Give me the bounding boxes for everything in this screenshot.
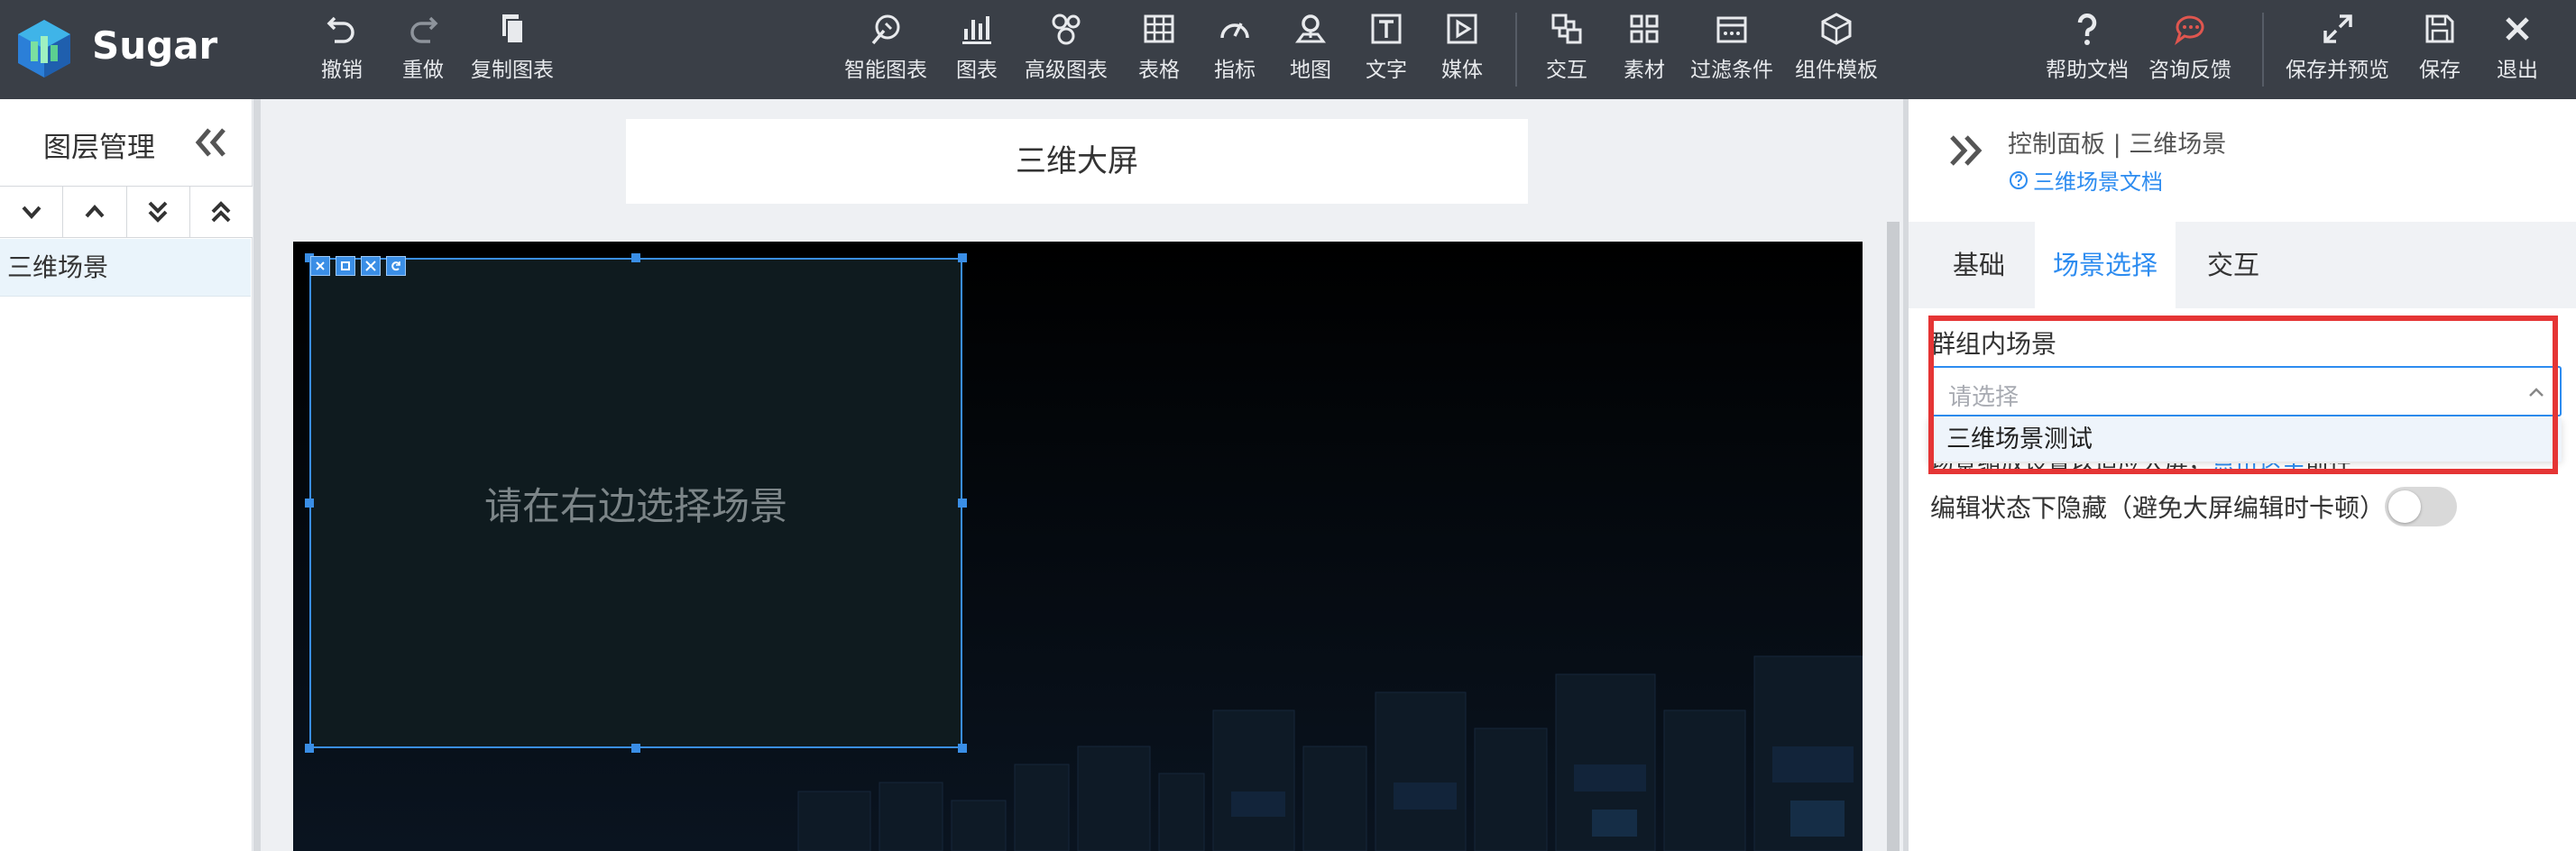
refresh-icon [391,261,400,271]
feedback-button[interactable]: 咨询反馈 [2148,11,2231,90]
question-icon [2077,14,2097,45]
close-icon [316,261,325,270]
layer-panel-title: 图层管理 [43,132,155,164]
group-scene-label: 群组内场景 [1930,329,2057,359]
indicator-button[interactable]: 指标 [1214,11,1256,90]
close-icon [2506,17,2529,41]
resize-handle-right[interactable] [958,499,967,508]
move-down-button[interactable] [0,187,64,237]
toolbar-separator [1515,13,1517,87]
copy-icon [502,14,524,44]
save-preview-button[interactable]: 保存并预览 [2286,11,2389,90]
dashboard-stage[interactable]: 请在右边选择场景 [293,242,1863,851]
redo-button[interactable]: 重做 [402,11,444,90]
resize-handle-bottom[interactable] [631,744,640,753]
component-template-button[interactable]: 组件模板 [1795,11,1878,90]
brand-name: Sugar [92,23,218,68]
chevron-up-icon [2529,388,2544,397]
group-scene-dropdown: 三维场景测试 [1928,418,2562,462]
help-circle-icon [2010,170,2028,189]
resize-handle-top[interactable] [631,253,640,262]
dropdown-option[interactable]: 三维场景测试 [1928,418,2562,462]
resize-handle-left[interactable] [305,499,314,508]
smart-chart-icon [871,14,900,45]
resize-handle-top-right[interactable] [958,253,967,262]
hide-in-edit-switch[interactable] [2385,487,2457,526]
screen-title[interactable]: 三维大屏 [626,119,1528,204]
grid-icon [1630,14,1659,43]
chat-bubble-icon [2175,15,2204,46]
cube-icon [1821,13,1852,45]
layer-order-buttons [0,186,253,238]
redo-icon [410,16,438,43]
bar-chart-icon [962,16,991,44]
tab-basic[interactable]: 基础 [1930,222,2028,308]
layer-item-3d-scene[interactable]: 三维场景 [0,239,251,297]
widget-delete-button[interactable] [310,256,330,276]
advanced-chart-button[interactable]: 高级图表 [1025,11,1108,90]
canvas-scrollbar[interactable] [1887,222,1900,851]
scene-scale-link[interactable]: 点击这里 [2212,463,2305,477]
double-chevron-up-icon [211,201,231,223]
move-up-button[interactable] [63,187,127,237]
expand-icon [2323,14,2352,43]
widget-fullscreen-button[interactable] [361,256,381,276]
control-panel-title: 控制面板 | 三维场景 [2008,131,2227,159]
copy-icon [341,261,350,270]
double-chevron-down-icon [148,201,168,223]
filter-icon [1716,16,1747,43]
play-icon [1447,14,1477,44]
tab-scene-select[interactable]: 场景选择 [2035,222,2176,308]
expand-icon [365,261,376,271]
undo-button[interactable]: 撤销 [321,11,363,90]
interaction-button[interactable]: 交互 [1546,11,1587,90]
move-bottom-button[interactable] [126,187,190,237]
map-button[interactable]: 地图 [1290,11,1331,90]
layer-panel: 图层管理 三维场景 [0,99,253,851]
table-icon [1144,14,1174,43]
tab-interaction[interactable]: 交互 [2185,222,2282,308]
hide-in-edit-label: 编辑状态下隐藏（避免大屏编辑时卡顿） [1930,493,2386,523]
3d-scene-widget[interactable]: 请在右边选择场景 [309,258,962,748]
chart-button[interactable]: 图表 [956,11,998,90]
control-panel: 控制面板 | 三维场景 三维场景文档 基础 场景选择 交互 群组内场景 场景缩放… [1903,99,2576,851]
double-chevron-left-icon[interactable] [191,124,231,160]
table-button[interactable]: 表格 [1138,11,1180,90]
floppy-icon [2425,14,2454,43]
scene-doc-link[interactable]: 三维场景文档 [2008,164,2163,196]
filter-button[interactable]: 过滤条件 [1690,11,1773,90]
text-icon [1371,14,1402,44]
sugar-logo-icon [18,20,70,78]
widget-controls [310,256,406,276]
move-top-button[interactable] [189,187,253,237]
toolbar-separator [2262,13,2264,87]
help-doc-button[interactable]: 帮助文档 [2046,11,2129,90]
material-button[interactable]: 素材 [1624,11,1665,90]
chevron-down-icon [22,206,41,219]
scene-scale-hint: 场景缩放设置以适应大屏，点击这里前往 [1930,463,2381,481]
chevron-up-icon [85,205,105,218]
copy-chart-button[interactable]: 复制图表 [471,11,554,90]
widget-copy-button[interactable] [336,256,355,276]
widget-placeholder-text: 请在右边选择场景 [483,484,787,528]
widget-refresh-button[interactable] [386,256,406,276]
advanced-chart-icon [1052,14,1081,45]
resize-handle-bottom-right[interactable] [958,744,967,753]
media-button[interactable]: 媒体 [1441,11,1483,90]
map-pin-icon [1295,14,1326,43]
save-button[interactable]: 保存 [2419,11,2461,90]
exit-button[interactable]: 退出 [2497,11,2538,90]
text-button[interactable]: 文字 [1366,11,1407,90]
resize-handle-bottom-left[interactable] [305,744,314,753]
double-chevron-right-icon[interactable] [1945,130,1986,171]
interaction-icon [1551,14,1582,44]
select-placeholder: 请选择 [1948,384,2019,411]
smart-chart-button[interactable]: 智能图表 [844,11,927,90]
undo-icon [327,16,354,43]
top-toolbar: Sugar 撤销 重做 复制图表 智能图表 图表 高级图表 表格 指标 地图 文… [0,0,2576,99]
gauge-icon [1220,23,1249,39]
group-scene-select[interactable]: 请选择 [1928,366,2562,416]
switch-knob [2388,490,2421,523]
